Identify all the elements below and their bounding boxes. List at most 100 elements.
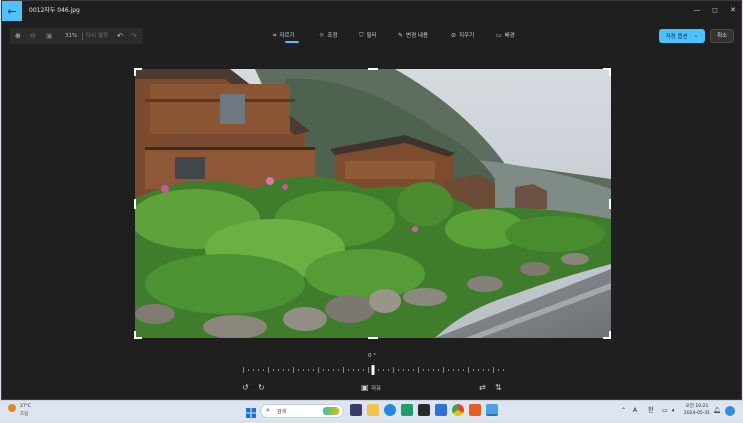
crop-handle-top-right[interactable] [603,68,611,76]
ruler-tick [398,369,399,371]
ruler-tick [268,367,269,373]
ruler-tick [303,369,304,371]
crop-handle-top-left[interactable] [134,68,142,76]
taskbar-app-excel[interactable] [401,404,413,416]
ruler-tick [353,369,354,371]
ruler-tick [413,369,414,371]
undo-icon[interactable]: ↶ [117,28,123,44]
crop-handle-right[interactable] [609,199,611,209]
ruler-tick [313,369,314,371]
tab-markup[interactable]: ✎ 변경 내용 [398,30,428,42]
window-title: 0012자두 046.jpg [29,7,80,14]
rotate-right-icon[interactable]: ↻ [258,383,265,393]
ruler-tick [298,369,299,371]
taskbar-app-copilot[interactable] [350,404,362,416]
network-icon[interactable]: ▭ [662,404,668,418]
ruler-tick [463,369,464,371]
taskbar-app-office[interactable] [469,404,481,416]
rotate-left-icon[interactable]: ↺ [242,383,249,393]
weather-widget[interactable]: 27°C 흐림 [8,403,38,419]
ruler-tick [458,369,459,371]
crop-handle-top[interactable] [368,68,378,70]
minimize-button[interactable]: — [688,4,706,16]
zoom-in-icon[interactable]: ⊕ [15,28,21,44]
flip-vertical-icon[interactable]: ⇅ [495,383,502,393]
tab-erase[interactable]: ⊘ 지우기 [451,30,474,42]
ruler-tick [283,369,284,371]
ruler-tick [393,367,394,373]
search-icon: ⌕ [266,406,270,414]
taskbar-app-photos[interactable] [486,404,498,416]
zoom-out-icon[interactable]: ⊖ [30,28,36,44]
ruler-tick [428,369,429,371]
taskbar-app-file-explorer[interactable] [367,404,379,416]
aspect-ratio-button[interactable]: ▣ 자유 [361,383,381,393]
tab-adjust[interactable]: ☼ 조정 [319,30,338,42]
ruler-tick [328,369,329,371]
photos-app-window: ← 0012자두 046.jpg — ◻ ✕ ⊕ ⊖ ▣ 31% 다시 설정 ↶… [1,0,742,400]
ime-indicator[interactable]: A [633,404,637,418]
ruler-tick [483,369,484,371]
crop-handle-bottom-left[interactable] [134,331,142,339]
adjust-icon: ☼ [319,32,325,39]
windows-logo-icon [246,408,256,418]
chevron-down-icon: ⌄ [693,33,699,39]
crop-handle-left[interactable] [134,199,136,209]
ruler-tick [288,369,289,371]
taskbar-app-chrome[interactable] [452,404,464,416]
cancel-button[interactable]: 취소 [710,29,734,43]
divider [82,32,83,40]
rotation-angle: 0 ° [368,353,376,359]
ruler-tick [503,369,504,371]
background-icon: ▭ [496,32,502,39]
ruler-tick [258,369,259,371]
flip-horizontal-icon[interactable]: ⇄ [479,383,486,393]
ruler-tick [438,369,439,371]
chevron-up-icon[interactable]: ⌃ [621,404,626,418]
ruler-tick [363,369,364,371]
clock[interactable]: 오전 10:21 2024-05-31 [683,403,711,417]
markup-icon: ✎ [398,32,404,39]
search-placeholder: 검색 [277,409,287,415]
ruler-tick [493,367,494,373]
taskbar-app-edge[interactable] [384,404,396,416]
taskbar-app-store[interactable] [435,404,447,416]
tab-background[interactable]: ▭ 배경 [496,30,515,42]
tab-label: 지우기 [459,33,475,39]
save-label: 저장 옵션 [665,34,688,40]
taskbar-search[interactable]: ⌕ 검색 [260,404,344,418]
fit-screen-icon[interactable]: ▣ [46,28,53,44]
maximize-button[interactable]: ◻ [706,4,724,16]
copilot-tray-icon[interactable] [725,406,735,416]
notification-bell-icon[interactable]: 🔔︎ [713,404,721,418]
rotation-slider[interactable] [242,365,504,375]
tab-filter[interactable]: ⛉ 필터 [359,30,377,42]
ruler-tick [323,369,324,371]
arrow-left-icon: ← [7,4,17,18]
crop-handle-bottom-right[interactable] [603,331,611,339]
photo-canvas[interactable] [135,69,611,338]
save-options-button[interactable]: 저장 옵션 ⌄ [659,29,705,43]
tab-label: 필터 [366,33,377,39]
ruler-tick [308,369,309,371]
crop-handle-bottom[interactable] [368,337,378,339]
ruler-tick [478,369,479,371]
photo-image [135,69,611,338]
taskbar-app-terminal[interactable] [418,404,430,416]
close-button[interactable]: ✕ [724,4,742,16]
ruler-tick [348,369,349,371]
start-button[interactable] [245,404,257,418]
ruler-tick [498,369,499,371]
reset-button[interactable]: 다시 설정 [86,28,108,44]
ruler-tick [263,369,264,371]
weather-icon [8,404,16,412]
clock-time: 오전 10:21 [685,404,709,409]
zoom-level: 31% [65,33,78,39]
ruler-tick [318,367,319,373]
ruler-tick [403,369,404,371]
language-indicator[interactable]: 한 [648,404,654,418]
volume-icon[interactable]: 🔈︎ [672,404,676,418]
redo-icon[interactable]: ↷ [131,28,137,44]
ruler-tick [243,367,244,373]
back-button[interactable]: ← [2,1,22,21]
